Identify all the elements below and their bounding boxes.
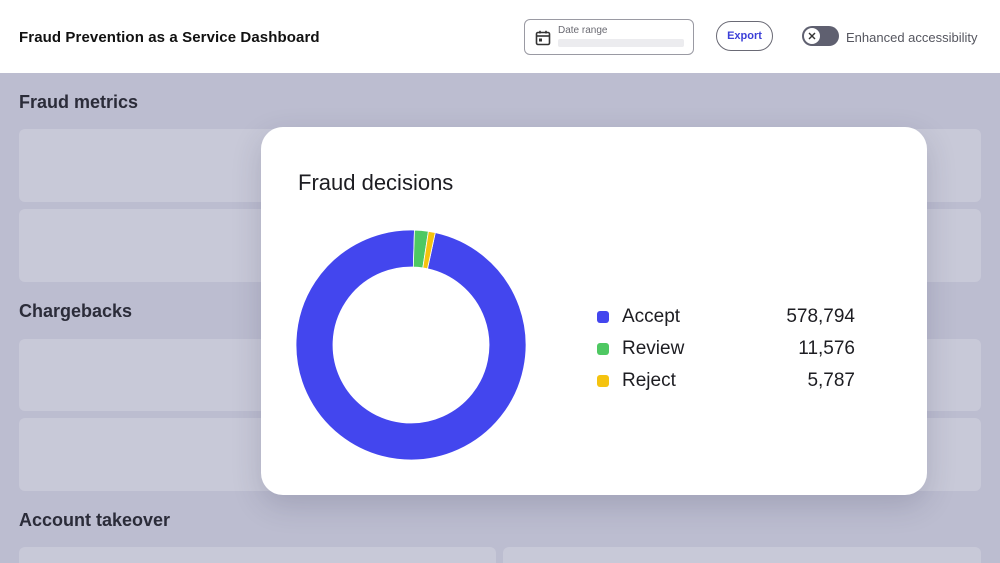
chart-legend: Accept 578,794 Review 11,576 Reject 5,78… (597, 301, 855, 397)
toggle-knob (803, 27, 821, 45)
card-title: Fraud decisions (298, 170, 454, 195)
accessibility-toggle[interactable] (802, 26, 839, 46)
legend-swatch-review (597, 343, 609, 355)
section-title-chargebacks: Chargebacks (19, 301, 133, 321)
donut-slice-accept (296, 230, 526, 460)
fraud-decisions-card: Fraud decisions Accept 578,794 Review 11… (261, 127, 927, 495)
account-takeover-tile-1 (19, 547, 496, 563)
legend-item-accept: Accept 578,794 (597, 301, 855, 333)
fraud-decisions-donut-chart (296, 230, 526, 460)
legend-swatch-accept (597, 311, 609, 323)
date-range-field[interactable]: Date range (524, 19, 694, 55)
legend-item-reject: Reject 5,787 (597, 365, 855, 397)
calendar-icon (535, 30, 551, 46)
legend-value-reject: 5,787 (807, 370, 855, 391)
legend-label-review: Review (622, 338, 685, 359)
legend-swatch-reject (597, 375, 609, 387)
close-icon (808, 32, 816, 40)
legend-label-reject: Reject (622, 370, 676, 391)
export-button[interactable]: Export (716, 21, 773, 51)
section-title-account-takeover: Account takeover (19, 510, 171, 530)
date-range-value-placeholder (558, 39, 684, 47)
legend-value-accept: 578,794 (786, 306, 855, 327)
top-bar: Fraud Prevention as a Service Dashboard … (0, 0, 1000, 73)
legend-label-accept: Accept (622, 306, 681, 327)
legend-item-review: Review 11,576 (597, 333, 855, 365)
date-range-label: Date range (558, 25, 608, 36)
legend-value-review: 11,576 (798, 338, 855, 359)
app-title: Fraud Prevention as a Service Dashboard (19, 29, 320, 46)
section-title-fraud-metrics: Fraud metrics (19, 92, 139, 112)
accessibility-label: Enhanced accessibility (846, 30, 978, 45)
account-takeover-tile-2 (503, 547, 981, 563)
